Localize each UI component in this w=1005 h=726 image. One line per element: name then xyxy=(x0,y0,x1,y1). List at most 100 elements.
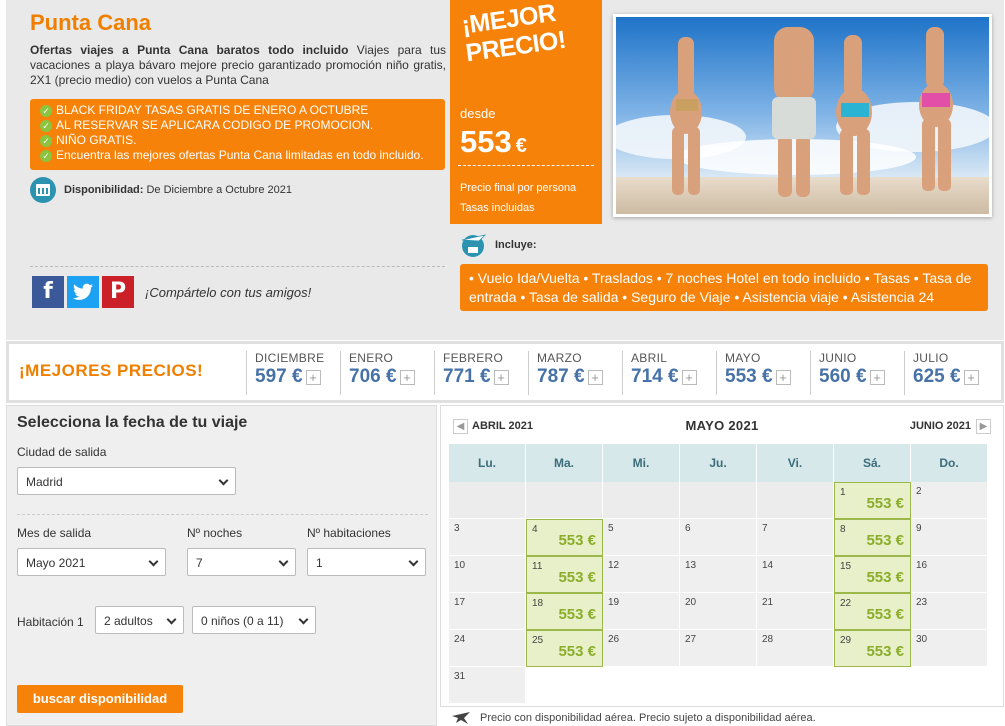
month-select[interactable]: Mayo 2021 xyxy=(17,548,166,576)
calendar-day: 10 xyxy=(449,556,526,593)
calendar-blank-cell xyxy=(911,667,988,704)
pinterest-icon[interactable]: P xyxy=(102,276,134,308)
adults-select[interactable]: 2 adultos xyxy=(95,606,184,634)
calendar-empty-cell xyxy=(603,482,680,519)
next-month-link[interactable]: JUNIO 2021 xyxy=(910,420,971,432)
month-price-item[interactable]: MARZO 787 € + xyxy=(528,351,603,395)
month-price-item[interactable]: MAYO 553 € + xyxy=(716,351,791,395)
price-note-line: Tasas incluidas xyxy=(460,202,535,214)
month-price-item[interactable]: JUNIO 560 € + xyxy=(810,351,885,395)
form-title: Selecciona la fecha de tu viaje xyxy=(17,414,248,431)
best-price-badge: ¡MEJOR PRECIO! xyxy=(460,0,568,68)
kids-select-value: 0 niños (0 a 11) xyxy=(201,614,284,628)
day-number: 3 xyxy=(454,523,460,534)
calendar-day-priced[interactable]: 25 553 € xyxy=(526,630,603,667)
offer-item: ✓ Encuentra las mejores ofertas Punta Can… xyxy=(40,148,445,163)
add-month-button[interactable]: + xyxy=(305,369,321,385)
day-number: 15 xyxy=(840,561,852,572)
month-label: Mes de salida xyxy=(17,526,92,540)
calendar-day: 5 xyxy=(603,519,680,556)
day-number: 9 xyxy=(916,523,922,534)
weekday-header: Lu. Ma. Mi. Ju. Vi. Sá. Do. xyxy=(449,444,988,482)
calendar-day: 17 xyxy=(449,593,526,630)
rooms-select[interactable]: 1 xyxy=(307,548,426,576)
day-number: 12 xyxy=(608,560,620,571)
weekday-label: Mi. xyxy=(603,444,680,482)
month-price: 597 € xyxy=(255,366,303,387)
calendar-blank-cell xyxy=(680,667,757,704)
divider xyxy=(17,514,428,515)
city-select[interactable]: Madrid xyxy=(17,467,236,495)
calendar-blank-cell xyxy=(526,667,603,704)
month-price: 625 € xyxy=(913,366,961,387)
month-price: 706 € xyxy=(349,366,397,387)
calendar-day-priced[interactable]: 1 553 € xyxy=(834,482,911,519)
month-name: FEBRERO xyxy=(443,351,504,365)
calendar-day-priced[interactable]: 8 553 € xyxy=(834,519,911,556)
calendar-blank-cell xyxy=(757,667,834,704)
month-select-value: Mayo 2021 xyxy=(26,556,86,570)
chevron-down-icon xyxy=(298,614,309,625)
rooms-select-value: 1 xyxy=(316,556,323,570)
rooms-label: Nº habitaciones xyxy=(307,526,391,540)
trip-date-form: Selecciona la fecha de tu viaje Ciudad d… xyxy=(6,405,437,726)
facebook-icon[interactable]: f xyxy=(32,276,64,308)
nights-select[interactable]: 7 xyxy=(187,548,296,576)
calendar-day: 19 xyxy=(603,593,680,630)
calendar-day: 6 xyxy=(680,519,757,556)
day-price: 553 € xyxy=(866,643,904,660)
calendar-day-priced[interactable]: 15 553 € xyxy=(834,556,911,593)
add-month-button[interactable]: + xyxy=(963,369,979,385)
calendar-day-priced[interactable]: 11 553 € xyxy=(526,556,603,593)
add-month-button[interactable]: + xyxy=(775,369,791,385)
twitter-icon[interactable] xyxy=(67,276,99,308)
calendar-day: 28 xyxy=(757,630,834,667)
price-calendar: ◀ ABRIL 2021 MAYO 2021 JUNIO 2021 ▶ Lu. M… xyxy=(440,405,1004,707)
calendar-day-priced[interactable]: 22 553 € xyxy=(834,593,911,630)
day-number: 22 xyxy=(840,598,852,609)
month-name: JUNIO xyxy=(819,351,857,365)
add-month-button[interactable]: + xyxy=(587,369,603,385)
calendar-day: 14 xyxy=(757,556,834,593)
calendar-day-priced[interactable]: 29 553 € xyxy=(834,630,911,667)
calendar-icon xyxy=(30,177,56,203)
calendar-blank-cell xyxy=(834,667,911,704)
day-number: 29 xyxy=(840,635,852,646)
calendar-day-priced[interactable]: 4 553 € xyxy=(526,519,603,556)
day-number: 31 xyxy=(454,671,466,682)
search-availability-button[interactable]: buscar disponibilidad xyxy=(17,685,183,713)
month-price-item[interactable]: FEBRERO 771 € + xyxy=(434,351,509,395)
next-month-icon[interactable]: ▶ xyxy=(976,419,991,434)
calendar-day: 16 xyxy=(911,556,988,593)
add-month-button[interactable]: + xyxy=(399,369,415,385)
price-note: Precio final por persona Tasas incluidas xyxy=(460,178,576,218)
day-number: 1 xyxy=(840,487,846,498)
description-bold: Ofertas viajes a Punta Cana baratos todo… xyxy=(30,43,349,57)
month-price-item[interactable]: ENERO 706 € + xyxy=(340,351,415,395)
calendar-day: 31 xyxy=(449,667,526,704)
city-select-value: Madrid xyxy=(26,475,63,489)
calendar-day-priced[interactable]: 18 553 € xyxy=(526,593,603,630)
price-currency: € xyxy=(515,135,527,157)
day-number: 27 xyxy=(685,634,697,645)
month-price-item[interactable]: JULIO 625 € + xyxy=(904,351,979,395)
month-price-item[interactable]: DICIEMBRE 597 € + xyxy=(246,351,324,395)
nights-label: Nº noches xyxy=(187,526,243,540)
calendar-week: 17 18 553 € 19 20 21 22 553 € 23 xyxy=(449,593,988,630)
calendar-week: 10 11 553 € 12 13 14 15 553 € 16 xyxy=(449,556,988,593)
kids-select[interactable]: 0 niños (0 a 11) xyxy=(192,606,316,634)
room-1-label: Habitación 1 xyxy=(17,615,84,629)
month-price-item[interactable]: ABRIL 714 € + xyxy=(622,351,697,395)
day-number: 20 xyxy=(685,597,697,608)
offer-text: BLACK FRIDAY TASAS GRATIS DE ENERO A OCT… xyxy=(56,103,369,117)
page-title: Punta Cana xyxy=(30,10,152,35)
add-month-button[interactable]: + xyxy=(493,369,509,385)
offer-item: ✓ NIÑO GRATIS. xyxy=(40,133,445,148)
offer-text: Encuentra las mejores ofertas Punta Cana… xyxy=(56,148,424,162)
month-name: ENERO xyxy=(349,351,394,365)
day-price: 553 € xyxy=(866,532,904,549)
add-month-button[interactable]: + xyxy=(869,369,885,385)
weekday-label: Vi. xyxy=(757,444,834,482)
day-number: 4 xyxy=(532,524,538,535)
add-month-button[interactable]: + xyxy=(681,369,697,385)
